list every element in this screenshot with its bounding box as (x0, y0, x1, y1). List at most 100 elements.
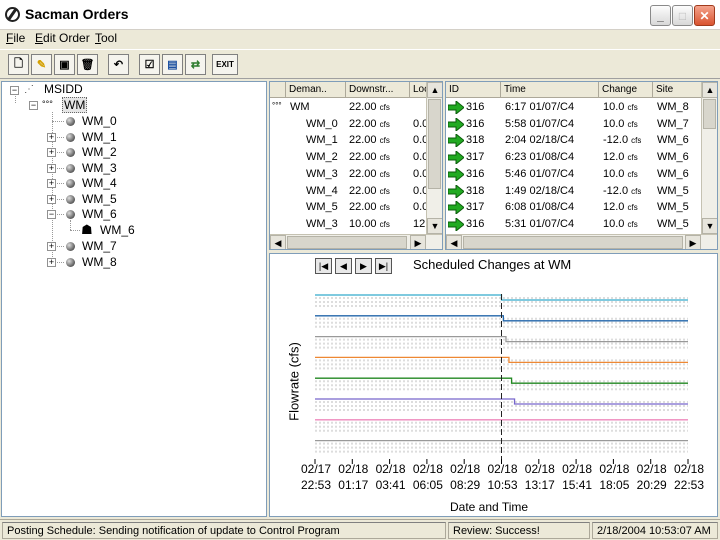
changes-hscroll[interactable]: ◀ ▶ (446, 234, 717, 249)
demand-name: WM_2 (306, 151, 338, 164)
node-icon (66, 242, 75, 251)
table-row[interactable]: WM_522.00 cfs0.00 c (270, 199, 442, 216)
menu-edit-order[interactable]: Edit Order (35, 31, 90, 45)
change-value: -12.0 cfs (603, 134, 642, 147)
downstream-value: 10.00 cfs (349, 217, 390, 230)
expand-wm-8[interactable]: + (47, 258, 56, 267)
group-icon: °°° (272, 101, 282, 110)
table-row[interactable]: °°° WM 22.00 cfs (270, 99, 426, 116)
status-message: Posting Schedule: Sending notification o… (2, 522, 446, 539)
app-icon (5, 7, 20, 22)
x-tick-label: 02/18 06:05 (412, 462, 443, 492)
node-icon (66, 258, 75, 267)
schedule-chart-pane: |◀ ◀ ▶ ▶| Scheduled Changes at WM Flowra… (269, 253, 718, 517)
col-change[interactable]: Change (599, 82, 653, 98)
table-row[interactable]: WM_422.00 cfs0.00 c (270, 183, 442, 200)
change-site: WM_6 (657, 167, 689, 180)
change-id: 316 (466, 217, 485, 230)
monitor-icon[interactable]: ▤ (162, 54, 183, 75)
menu-bar: File Edit Order Tool (0, 30, 720, 48)
new-document-icon[interactable]: 🗋 (8, 54, 29, 75)
demand-name: WM_3 (306, 167, 338, 180)
expand-wm-5[interactable]: + (47, 195, 56, 204)
x-tick-label: 02/18 03:41 (375, 462, 406, 492)
table-row[interactable]: 316 5:31 01/07/C4 10.0 cfs WM_5 (446, 216, 701, 233)
change-id: 318 (466, 134, 485, 147)
table-row[interactable]: 317 6:08 01/08/C4 12.0 cfs WM_5 (446, 199, 701, 216)
table-row[interactable]: 318 2:04 02/18/C4 -12.0 cfs WM_6 (446, 132, 701, 149)
status-timestamp: 2/18/2004 10:53:07 AM (592, 522, 718, 539)
change-id: 317 (466, 151, 485, 164)
changes-grid[interactable]: ID Time Change Site 316 6:17 01/07/C4 10.0… (445, 81, 718, 250)
close-button[interactable]: ✕ (694, 5, 715, 26)
downstream-value: 22.00 cfs (349, 184, 390, 197)
change-time: 6:17 01/07/C4 (505, 101, 575, 113)
table-row[interactable]: WM_022.00 cfs0.00 c (270, 116, 442, 133)
expand-wm-2[interactable]: + (47, 148, 56, 157)
demand-name: WM_5 (306, 201, 338, 214)
menu-tool[interactable]: Tool (95, 31, 117, 45)
change-id: 316 (466, 167, 485, 180)
undo-icon[interactable]: ↶ (108, 54, 129, 75)
site-tree[interactable]: − ⋰ MSIDD − °°° WM WM_0 + WM_1 + WM_2 + … (1, 81, 267, 517)
demand-hscroll[interactable]: ◀ ▶ (270, 234, 442, 249)
minimize-button[interactable]: _ (650, 5, 671, 26)
x-tick-label: 02/18 15:41 (562, 462, 593, 492)
table-row[interactable]: 316 6:17 01/07/C4 10.0 cfs WM_8 (446, 99, 701, 116)
changes-grid-header: ID Time Change Site (446, 82, 703, 98)
col-demand[interactable]: Deman.. (286, 82, 346, 98)
table-row[interactable]: 317 6:23 01/08/C4 12.0 cfs WM_6 (446, 149, 701, 166)
demand-name: WM_4 (306, 184, 338, 197)
expand-wm-3[interactable]: + (47, 164, 56, 173)
downstream-value: 22.00 cfs (349, 201, 390, 214)
col-id[interactable]: ID (446, 82, 501, 98)
change-site: WM_7 (657, 117, 689, 130)
demand-grid-header: Deman.. Downstr... Local (270, 82, 437, 98)
collapse-wm-6[interactable]: − (47, 210, 56, 219)
node-icon (66, 133, 75, 142)
change-value: 10.0 cfs (603, 167, 638, 180)
downstream-value: 22.00 cfs (349, 167, 390, 180)
transfer-icon[interactable]: ⇄ (185, 54, 206, 75)
demand-vscroll[interactable]: ▲ ▼ (426, 82, 442, 234)
col-downstream[interactable]: Downstr... (346, 82, 410, 98)
changes-vscroll[interactable]: ▲ ▼ (701, 82, 717, 234)
col-site[interactable]: Site (653, 82, 703, 98)
edit-form-icon[interactable]: ▣ (54, 54, 75, 75)
collapse-wm[interactable]: − (29, 101, 38, 110)
expand-wm-4[interactable]: + (47, 179, 56, 188)
downstream-value: 22.00 cfs (349, 134, 390, 147)
exit-button[interactable]: EXIT (212, 54, 238, 75)
toolbar: 🗋 ✎ ▣ 🗑 ↶ ☑ ▤ ⇄ EXIT (0, 49, 720, 79)
node-icon (66, 117, 75, 126)
downstream-value: 22.00 cfs (349, 101, 390, 113)
change-site: WM_5 (657, 201, 689, 214)
table-row[interactable]: 316 5:46 01/07/C4 10.0 cfs WM_6 (446, 166, 701, 183)
x-tick-label: 02/18 13:17 (524, 462, 555, 492)
collapse-msidd[interactable]: − (10, 86, 19, 95)
checkbox-icon[interactable]: ☑ (139, 54, 160, 75)
table-row[interactable]: 316 5:58 01/07/C4 10.0 cfs WM_7 (446, 116, 701, 133)
col-time[interactable]: Time (501, 82, 599, 98)
menu-file[interactable]: File (6, 31, 25, 45)
table-row[interactable]: WM_322.00 cfs0.00 c (270, 166, 442, 183)
table-row[interactable]: 318 1:49 02/18/C4 -12.0 cfs WM_5 (446, 183, 701, 200)
table-row[interactable]: WM_310.00 cfs12.00 (270, 216, 441, 233)
change-time: 2:04 02/18/C4 (505, 134, 575, 147)
green-arrow-icon (448, 217, 464, 231)
expand-wm-7[interactable]: + (47, 242, 56, 251)
change-time: 6:08 01/08/C4 (505, 201, 575, 214)
change-time: 5:31 01/07/C4 (505, 217, 575, 230)
demand-name: WM_0 (306, 117, 338, 130)
x-axis-label: Date and Time (450, 500, 529, 514)
green-arrow-icon (448, 117, 464, 131)
table-row[interactable]: WM_122.00 cfs0.00 c (270, 132, 442, 149)
table-row[interactable]: WM_222.00 cfs0.00 c (270, 149, 442, 166)
pencil-icon[interactable]: ✎ (31, 54, 52, 75)
trash-icon[interactable]: 🗑 (77, 54, 98, 75)
x-tick-label: 02/18 10:53 (487, 462, 518, 492)
maximize-button[interactable]: □ (672, 5, 693, 26)
demand-grid[interactable]: Deman.. Downstr... Local °°° WM 22.00 cfs W… (269, 81, 443, 250)
x-tick-label: 02/18 01:17 (338, 462, 369, 492)
expand-wm-1[interactable]: + (47, 133, 56, 142)
